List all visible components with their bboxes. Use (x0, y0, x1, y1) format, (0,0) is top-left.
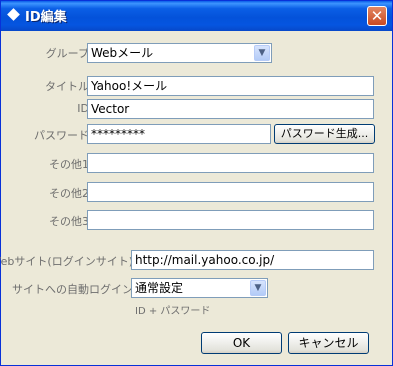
group-label: グループ (45, 47, 89, 60)
chevron-down-icon[interactable]: ▼ (250, 280, 266, 296)
close-button[interactable]: ✕ (367, 6, 387, 26)
title-label: タイトル (45, 80, 89, 93)
other1-label: その他1 (49, 158, 89, 171)
auto-login-select[interactable]: 通常設定 ▼ (131, 278, 268, 298)
chevron-down-icon[interactable]: ▼ (254, 45, 270, 61)
id-edit-dialog: ID編集 ✕ グループ Webメール ▼ タイトル Yahoo!メール ID V… (0, 0, 393, 366)
other2-field[interactable] (87, 182, 374, 202)
auto-login-hint: ID + パスワード (135, 306, 211, 317)
auto-login-label: サイトへの自動ログイン (12, 283, 133, 296)
auto-login-select-value: 通常設定 (135, 281, 184, 295)
website-field[interactable]: http://mail.yahoo.co.jp/ (131, 250, 374, 270)
title-field[interactable]: Yahoo!メール (87, 76, 374, 96)
diamond-icon (7, 8, 20, 21)
other3-field[interactable] (87, 210, 374, 230)
generate-password-button[interactable]: パスワード生成... (274, 124, 375, 144)
other3-label: その他3 (49, 215, 89, 228)
other2-label: その他2 (49, 187, 89, 200)
group-select-value: Webメール (91, 46, 154, 60)
group-select[interactable]: Webメール ▼ (87, 43, 272, 63)
cancel-button[interactable]: キャンセル (288, 332, 369, 354)
ok-button[interactable]: OK (201, 332, 282, 354)
website-label: Webサイト(ログインサイト) (0, 255, 133, 268)
dialog-title: ID編集 (25, 10, 67, 25)
title-bar[interactable]: ID編集 ✕ (1, 1, 392, 31)
other1-field[interactable] (87, 153, 374, 173)
dialog-body: グループ Webメール ▼ タイトル Yahoo!メール ID Vector パ… (0, 31, 389, 363)
password-label: パスワード (34, 129, 89, 142)
id-field[interactable]: Vector (87, 99, 374, 119)
password-field[interactable]: ********* (87, 124, 271, 144)
